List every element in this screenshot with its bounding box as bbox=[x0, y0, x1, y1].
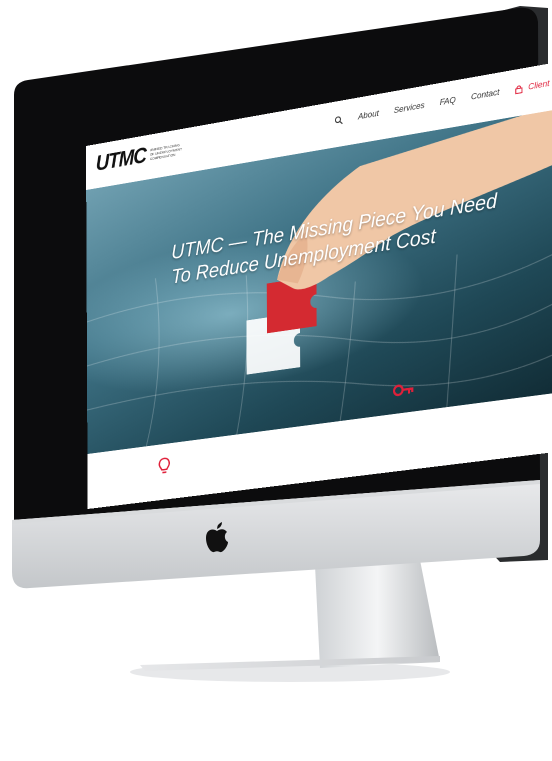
nav-item-services[interactable]: Services bbox=[394, 100, 425, 116]
search-icon[interactable] bbox=[335, 115, 343, 126]
client-signin-label: Client Sign In bbox=[528, 73, 552, 93]
brand-logo[interactable]: UTMC Unified Tracking of Unemployment Co… bbox=[96, 138, 184, 178]
nav-item-about[interactable]: About bbox=[358, 108, 379, 122]
monitor-mockup: UTMC Unified Tracking of Unemployment Co… bbox=[0, 0, 552, 761]
logo-tagline: Unified Tracking of Unemployment Compens… bbox=[149, 143, 182, 162]
logo-mark: UTMC bbox=[95, 144, 146, 177]
apple-logo-icon bbox=[206, 522, 228, 553]
nav-item-faq[interactable]: FAQ bbox=[440, 94, 456, 107]
nav-item-contact[interactable]: Contact bbox=[471, 87, 499, 102]
client-signin-link[interactable]: Client Sign In bbox=[515, 73, 552, 95]
lock-icon bbox=[515, 83, 524, 94]
key-icon bbox=[393, 381, 414, 398]
lightbulb-icon bbox=[158, 457, 170, 476]
